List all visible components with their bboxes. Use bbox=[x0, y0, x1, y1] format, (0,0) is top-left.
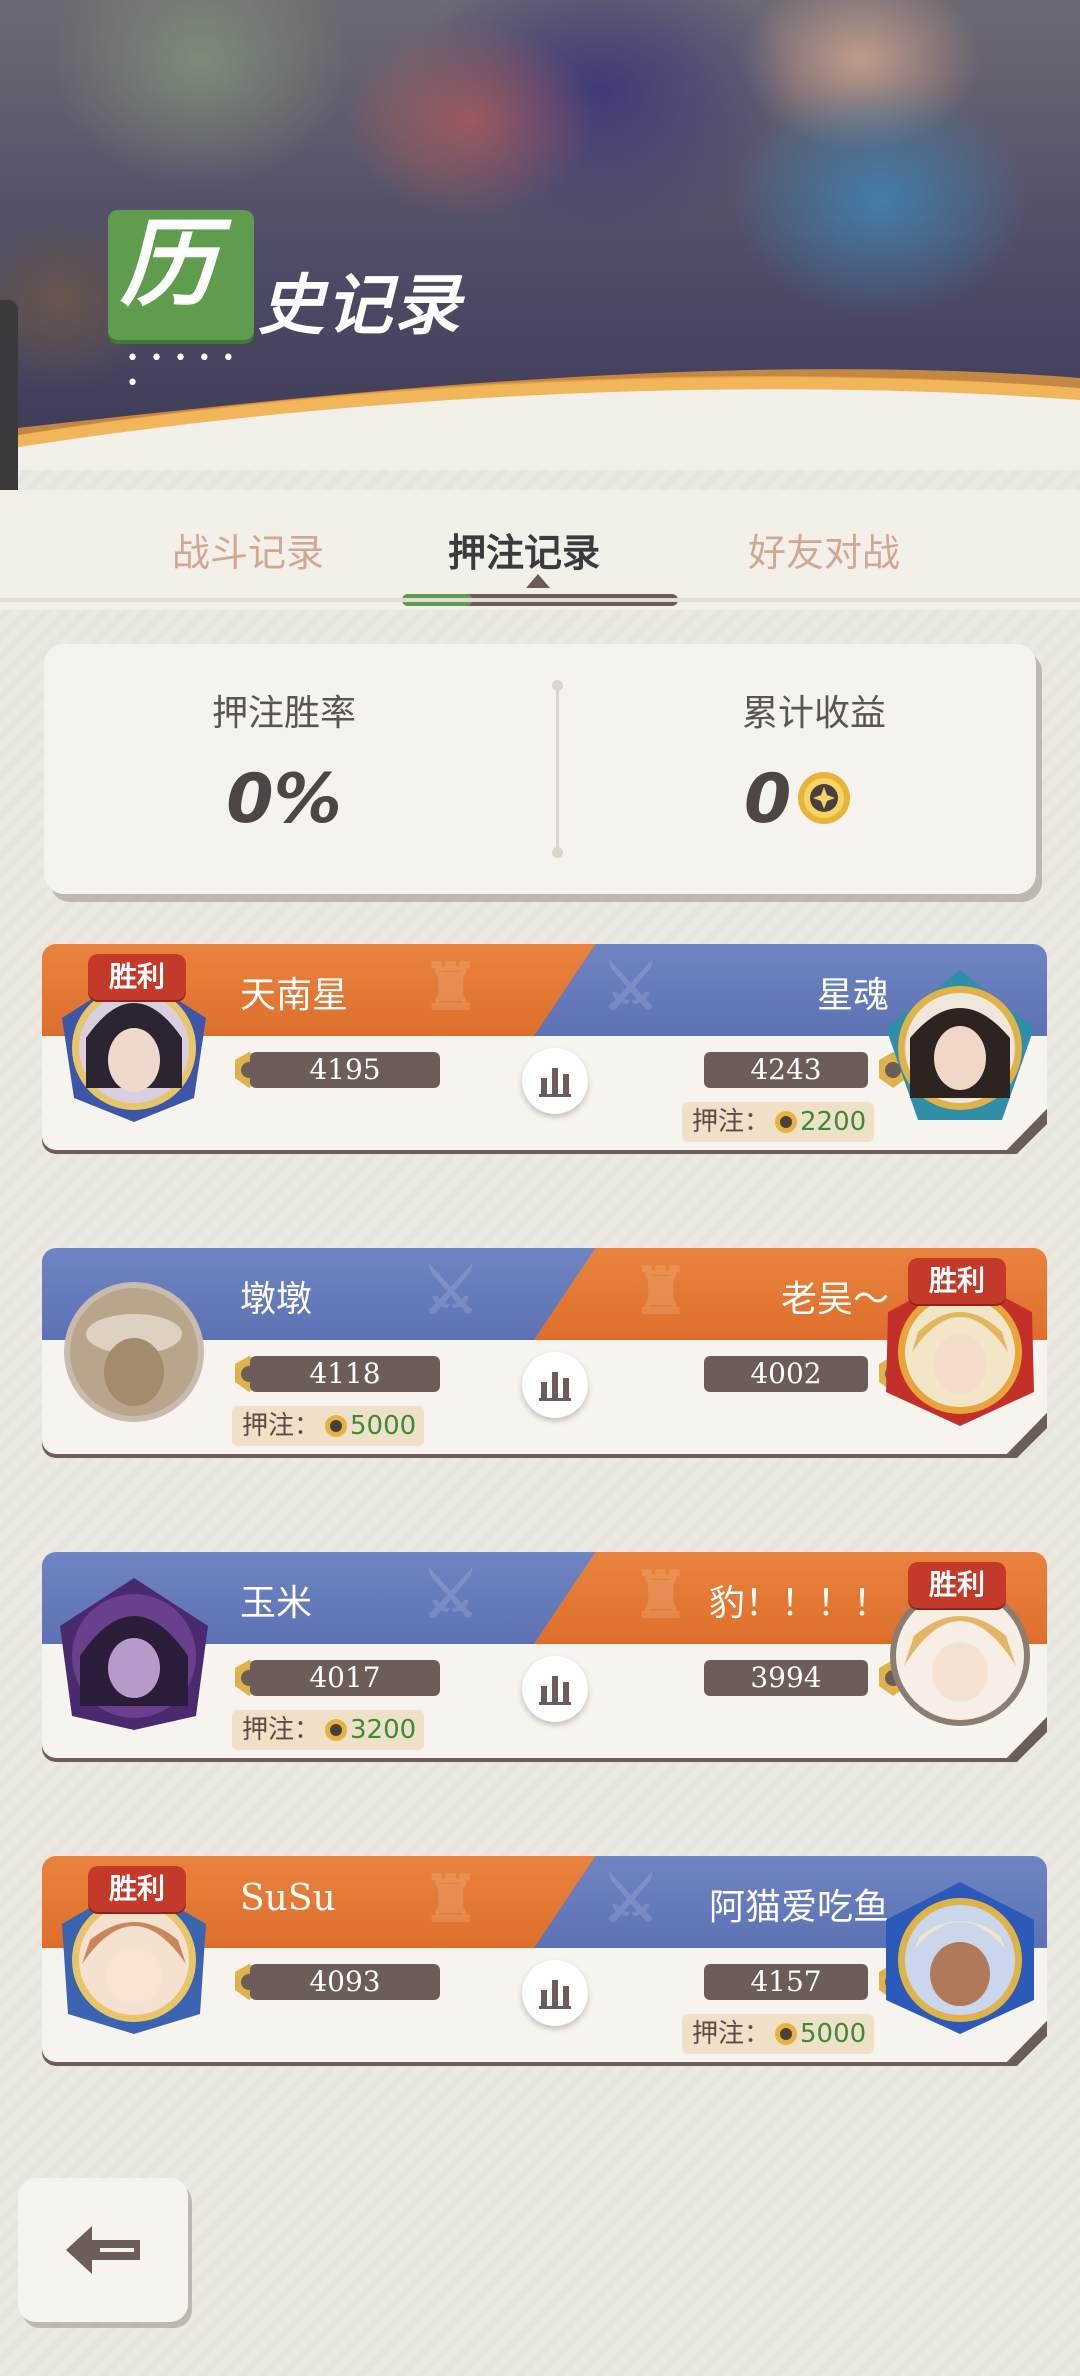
bet-summary-card: 押注胜率 0% 累计收益 0 bbox=[44, 644, 1036, 894]
win-rate-value: 0% bbox=[226, 760, 342, 839]
sword-watermark: ⚔ bbox=[422, 1254, 480, 1329]
back-button[interactable] bbox=[18, 2178, 188, 2322]
page-title-first-char: 历 bbox=[120, 207, 216, 320]
sword-watermark: ⚔ bbox=[602, 950, 660, 1025]
right-player-rating: 3994 bbox=[704, 1660, 868, 1696]
left-player-avatar[interactable] bbox=[56, 1576, 212, 1732]
match-stats-button[interactable] bbox=[522, 1656, 588, 1722]
coin-icon bbox=[325, 1415, 348, 1437]
sword-watermark: ⚔ bbox=[602, 1862, 660, 1937]
bet-amount: 2200 bbox=[800, 1107, 867, 1137]
win-badge: 胜利 bbox=[908, 1258, 1006, 1304]
bet-amount: 5000 bbox=[350, 1411, 417, 1441]
win-badge: 胜利 bbox=[908, 1562, 1006, 1608]
coin-icon bbox=[325, 1719, 348, 1741]
tab-battle-records[interactable]: 战斗记录 bbox=[172, 522, 324, 577]
right-player-name: 星魂 bbox=[816, 975, 889, 1016]
bet-amount-tag: 押注： 2200 bbox=[682, 1102, 875, 1142]
bet-prefix: 押注： bbox=[692, 1107, 771, 1137]
left-player-name: SuSu bbox=[240, 1878, 336, 1919]
match-card[interactable]: ⚔ ♜ 墩墩 老吴～ 4118 押注： 5000 4002 胜利 bbox=[42, 1248, 1052, 1518]
left-player-rating: 4195 bbox=[250, 1052, 440, 1088]
bet-amount: 3200 bbox=[350, 1715, 417, 1745]
castle-watermark: ♜ bbox=[422, 1862, 480, 1937]
right-player-name: 阿猫爱吃鱼 bbox=[708, 1887, 889, 1928]
match-stats-button[interactable] bbox=[522, 1048, 588, 1114]
left-player-avatar[interactable] bbox=[56, 1272, 212, 1428]
right-player-avatar[interactable] bbox=[882, 1880, 1038, 2036]
castle-watermark: ♜ bbox=[422, 950, 480, 1025]
win-rate-label: 押注胜率 bbox=[211, 693, 356, 734]
right-player-name: 老吴～ bbox=[780, 1279, 889, 1320]
left-player-rating: 4118 bbox=[250, 1356, 440, 1392]
bet-prefix: 押注： bbox=[692, 2019, 771, 2049]
earnings-label: 累计收益 bbox=[741, 693, 886, 734]
win-badge: 胜利 bbox=[88, 1866, 186, 1912]
header-banner: 历 • • • • • • 史记录 bbox=[0, 0, 1080, 470]
bet-prefix: 押注： bbox=[242, 1411, 321, 1441]
bet-amount: 5000 bbox=[800, 2019, 867, 2049]
castle-watermark: ♜ bbox=[632, 1254, 690, 1329]
right-player-name: 豹！！！！ bbox=[708, 1583, 889, 1624]
bet-prefix: 押注： bbox=[242, 1715, 321, 1745]
match-card[interactable]: ⚔ ♜ 玉米 豹！！！！ 4017 押注： 3200 3994 胜利 bbox=[42, 1552, 1052, 1822]
tab-bet-records[interactable]: 押注记录 bbox=[448, 522, 600, 577]
bar-chart-icon bbox=[539, 1980, 571, 2009]
win-badge: 胜利 bbox=[88, 954, 186, 1000]
match-stats-button[interactable] bbox=[522, 1960, 588, 2026]
coin-icon bbox=[775, 1111, 798, 1133]
earnings-value: 0 bbox=[744, 760, 792, 839]
bar-chart-icon bbox=[539, 1676, 571, 1705]
bar-chart-icon bbox=[539, 1068, 571, 1097]
sword-watermark: ⚔ bbox=[422, 1558, 480, 1633]
tab-divider bbox=[0, 598, 1080, 602]
right-player-rating: 4157 bbox=[704, 1964, 868, 2000]
right-player-rating: 4243 bbox=[704, 1052, 868, 1088]
right-player-avatar[interactable] bbox=[882, 968, 1038, 1124]
bar-chart-icon bbox=[539, 1372, 571, 1401]
left-player-name: 天南星 bbox=[240, 975, 349, 1016]
castle-watermark: ♜ bbox=[632, 1558, 690, 1633]
bet-amount-tag: 押注： 5000 bbox=[682, 2014, 875, 2054]
match-card[interactable]: ♜ ⚔ SuSu 阿猫爱吃鱼 4093 4157 押注： 5000 胜利 bbox=[42, 1856, 1052, 2126]
left-player-rating: 4017 bbox=[250, 1660, 440, 1696]
match-card[interactable]: ♜ ⚔ 天南星 星魂 4195 4243 押注： 2200 胜利 bbox=[42, 944, 1052, 1214]
coin-icon bbox=[775, 2023, 798, 2045]
bet-amount-tag: 押注： 3200 bbox=[232, 1710, 425, 1750]
left-player-rating: 4093 bbox=[250, 1964, 440, 2000]
left-player-name: 墩墩 bbox=[240, 1279, 313, 1320]
bet-amount-tag: 押注： 5000 bbox=[232, 1406, 425, 1446]
right-player-rating: 4002 bbox=[704, 1356, 868, 1392]
left-player-name: 玉米 bbox=[240, 1583, 313, 1624]
history-logo: 历 • • • • • • bbox=[108, 207, 254, 396]
back-arrow-icon bbox=[66, 2226, 140, 2274]
match-stats-button[interactable] bbox=[522, 1352, 588, 1418]
summary-divider bbox=[552, 680, 563, 858]
page-title: 史记录 bbox=[258, 266, 462, 344]
logo-dots: • • • • • • bbox=[126, 346, 237, 396]
tab-friend-battles[interactable]: 好友对战 bbox=[748, 522, 900, 577]
active-tab-caret bbox=[526, 574, 550, 588]
tab-bar: 战斗记录 押注记录 好友对战 bbox=[0, 490, 1080, 610]
